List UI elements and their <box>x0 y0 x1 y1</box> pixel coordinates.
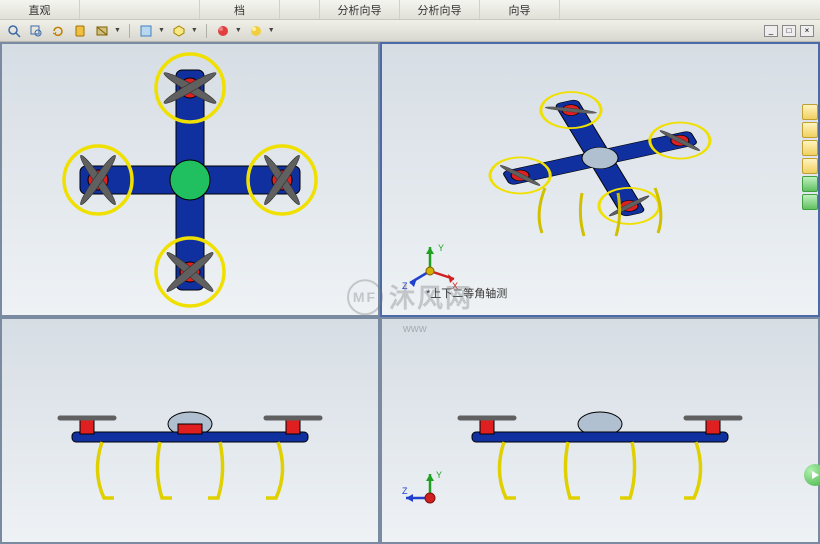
svg-text:Y: Y <box>436 470 442 480</box>
ribbon-item-2[interactable] <box>280 0 320 19</box>
ribbon-item-1[interactable]: 档 <box>200 0 280 19</box>
close-button[interactable]: × <box>800 25 814 37</box>
axis-triad-icon: Y Z <box>400 468 460 528</box>
rotate-icon[interactable] <box>50 23 66 39</box>
ribbon-item-4[interactable]: 分析向导 <box>400 0 480 19</box>
minimize-button[interactable]: _ <box>764 25 778 37</box>
viewport-isometric[interactable]: Y X Z *上下二等角轴测 <box>380 42 820 317</box>
pan-icon[interactable] <box>72 23 88 39</box>
drone-model-front <box>50 392 330 522</box>
chevron-down-icon[interactable]: ▼ <box>191 27 198 34</box>
play-icon[interactable] <box>804 464 820 486</box>
chevron-down-icon[interactable]: ▼ <box>158 27 165 34</box>
watermark-sub: www <box>403 323 427 335</box>
drone-model-top <box>60 50 320 310</box>
separator <box>206 24 207 38</box>
display-style-icon[interactable] <box>138 23 154 39</box>
drone-model-iso <box>450 58 750 258</box>
chevron-down-icon[interactable]: ▼ <box>235 27 242 34</box>
appearance-icon[interactable] <box>215 23 231 39</box>
chevron-down-icon[interactable]: ▼ <box>268 27 275 34</box>
view-toolbar: ▼ ▼ ▼ ▼ ▼ _ □ × <box>0 20 820 42</box>
view-orientation-icon[interactable] <box>171 23 187 39</box>
ribbon-spacer <box>80 0 200 19</box>
drone-model-side <box>450 392 750 522</box>
side-button[interactable] <box>802 104 818 120</box>
zoom-window-icon[interactable] <box>28 23 44 39</box>
window-controls: _ □ × <box>764 25 820 37</box>
ribbon-item-5[interactable]: 向导 <box>480 0 560 19</box>
viewport-area: Y X Z *上下二等角轴测 <box>0 42 820 544</box>
side-button[interactable] <box>802 158 818 174</box>
svg-text:Z: Z <box>402 281 408 291</box>
svg-text:Y: Y <box>438 243 444 253</box>
side-button[interactable] <box>802 194 818 210</box>
separator <box>129 24 130 38</box>
section-icon[interactable] <box>94 23 110 39</box>
side-toolbar <box>802 104 820 210</box>
side-button[interactable] <box>802 140 818 156</box>
zoom-fit-icon[interactable] <box>6 23 22 39</box>
side-button[interactable] <box>802 176 818 192</box>
side-button[interactable] <box>802 122 818 138</box>
chevron-down-icon[interactable]: ▼ <box>114 27 121 34</box>
ribbon-item-0[interactable]: 直观 <box>0 0 80 19</box>
viewport-side[interactable]: Y Z <box>380 317 820 544</box>
viewport-front[interactable] <box>0 317 380 544</box>
restore-button[interactable]: □ <box>782 25 796 37</box>
ribbon-item-3[interactable]: 分析向导 <box>320 0 400 19</box>
scene-icon[interactable] <box>248 23 264 39</box>
viewport-top[interactable] <box>0 42 380 317</box>
viewport-label: *上下二等角轴测 <box>426 285 507 301</box>
svg-text:Z: Z <box>402 486 408 496</box>
ribbon-tabs: 直观 档 分析向导 分析向导 向导 <box>0 0 820 20</box>
